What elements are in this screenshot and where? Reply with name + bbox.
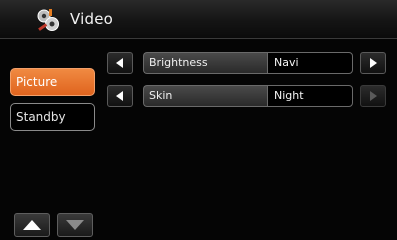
scroll-down-button[interactable] bbox=[57, 213, 93, 237]
skin-setting-row: Skin Night bbox=[143, 85, 353, 107]
right-arrow-icon bbox=[370, 91, 377, 101]
sidebar-item-picture[interactable]: Picture bbox=[10, 68, 95, 96]
video-settings-icon bbox=[37, 9, 59, 31]
brightness-setting-row: Brightness Navi bbox=[143, 52, 353, 74]
skin-value[interactable]: Night bbox=[267, 85, 353, 107]
title-bar: Video bbox=[0, 0, 397, 38]
sidebar-item-standby[interactable]: Standby bbox=[10, 103, 95, 131]
video-settings-screen: Video Picture Standby Brightness Navi Sk… bbox=[0, 0, 397, 240]
brightness-label: Brightness bbox=[143, 52, 267, 74]
up-arrow-icon bbox=[23, 220, 41, 230]
brightness-value[interactable]: Navi bbox=[267, 52, 353, 74]
right-arrow-icon bbox=[370, 58, 377, 68]
brightness-next-button[interactable] bbox=[360, 52, 386, 74]
brightness-prev-button[interactable] bbox=[107, 52, 133, 74]
page-title: Video bbox=[70, 10, 114, 28]
skin-next-button[interactable] bbox=[360, 85, 386, 107]
skin-prev-button[interactable] bbox=[107, 85, 133, 107]
left-arrow-icon bbox=[116, 91, 123, 101]
header-divider bbox=[0, 38, 397, 39]
down-arrow-icon bbox=[66, 220, 84, 230]
skin-label: Skin bbox=[143, 85, 267, 107]
scroll-up-button[interactable] bbox=[14, 213, 50, 237]
left-arrow-icon bbox=[116, 58, 123, 68]
